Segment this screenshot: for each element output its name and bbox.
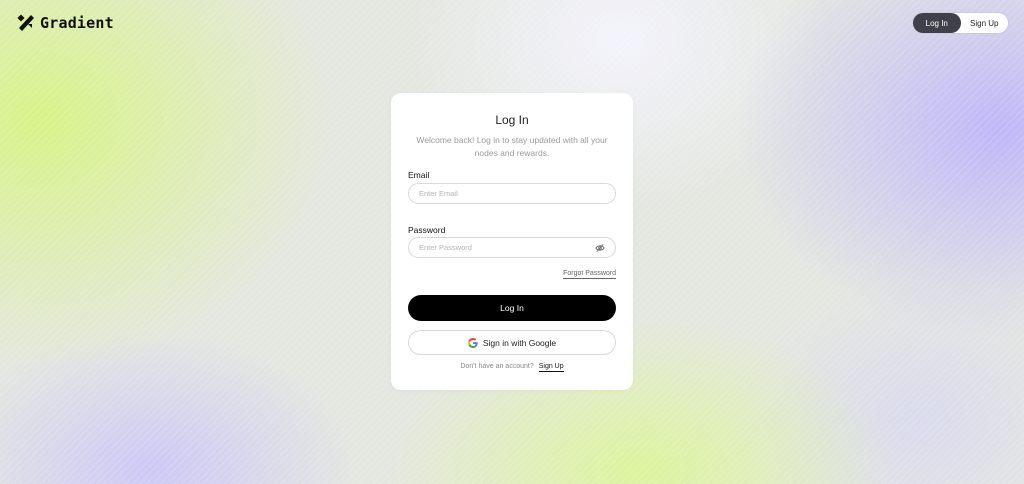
signup-link[interactable]: Sign Up bbox=[538, 363, 564, 372]
password-input[interactable] bbox=[419, 243, 595, 252]
brand-name: Gradient bbox=[40, 14, 114, 32]
email-input[interactable] bbox=[419, 189, 605, 198]
gradient-logo-icon bbox=[17, 14, 34, 31]
google-button-label: Sign in with Google bbox=[482, 337, 557, 348]
auth-toggle: Log In Sign Up bbox=[913, 13, 1008, 33]
login-card: Log In Welcome back! Log in to stay upda… bbox=[391, 93, 633, 390]
google-icon bbox=[467, 337, 478, 348]
login-title: Log In bbox=[495, 113, 529, 127]
forgot-password-link[interactable]: Forgot Password bbox=[563, 270, 616, 279]
password-field-wrapper bbox=[408, 237, 616, 258]
header-signup-tab[interactable]: Sign Up bbox=[961, 13, 1009, 33]
password-label: Password bbox=[408, 225, 446, 235]
header-login-tab[interactable]: Log In bbox=[913, 13, 961, 33]
login-button[interactable]: Log In bbox=[408, 295, 616, 321]
brand-logo[interactable]: Gradient bbox=[17, 14, 114, 32]
login-subtitle: Welcome back! Log in to stay updated wit… bbox=[416, 135, 608, 158]
google-signin-button[interactable]: Sign in with Google bbox=[408, 330, 616, 355]
eye-off-icon[interactable] bbox=[595, 243, 605, 253]
login-page: Gradient Log In Sign Up Log In Welcome b… bbox=[0, 0, 1024, 484]
email-field-wrapper bbox=[408, 183, 616, 204]
signup-row: Don't have an account? Sign Up bbox=[391, 363, 633, 372]
signup-prompt: Don't have an account? bbox=[460, 363, 534, 370]
email-label: Email bbox=[408, 170, 430, 180]
